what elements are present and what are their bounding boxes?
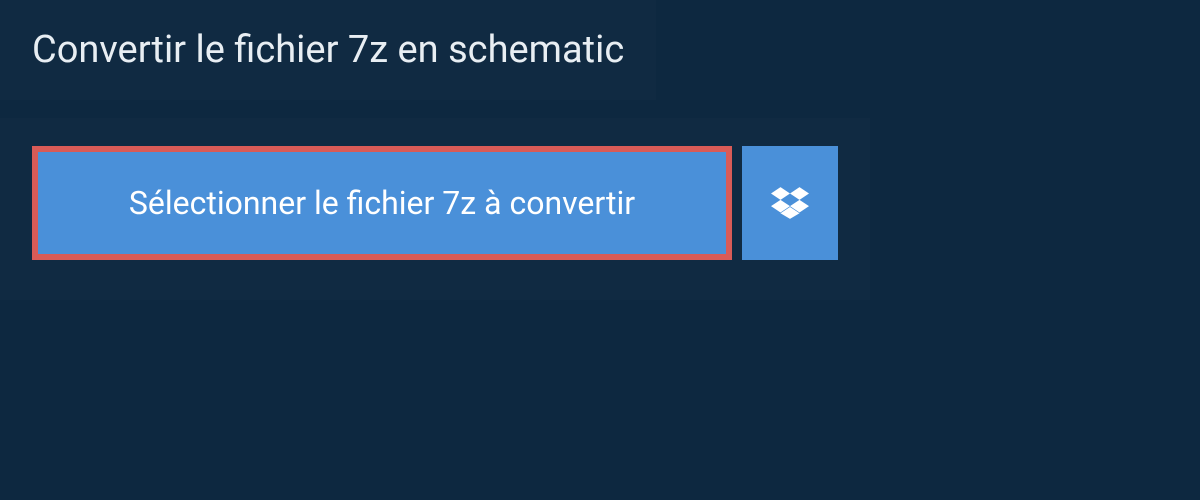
page-title: Convertir le fichier 7z en schematic [32,28,624,72]
button-row: Sélectionner le fichier 7z à convertir [32,146,838,260]
main-panel: Sélectionner le fichier 7z à convertir [0,118,870,300]
dropbox-icon [771,184,809,222]
select-file-button[interactable]: Sélectionner le fichier 7z à convertir [32,146,732,260]
select-file-label: Sélectionner le fichier 7z à convertir [129,184,635,222]
header-bar: Convertir le fichier 7z en schematic [0,0,656,100]
dropbox-button[interactable] [742,146,838,260]
